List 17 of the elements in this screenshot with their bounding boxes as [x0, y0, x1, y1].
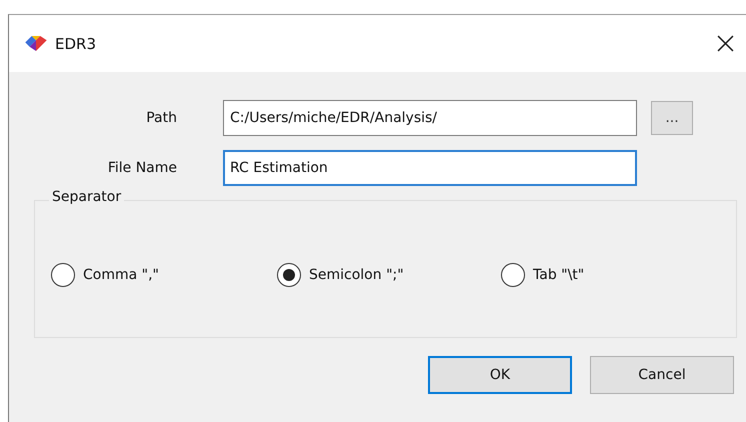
radio-button[interactable] — [51, 263, 75, 287]
app-logo-icon — [25, 36, 47, 51]
dialog-button[interactable]: OK — [428, 356, 572, 394]
close-icon[interactable] — [717, 35, 734, 52]
radio-button[interactable] — [501, 263, 525, 287]
field-label: Path — [145, 110, 178, 126]
text-field[interactable]: C:/Users/miche/EDR/Analysis/ — [223, 100, 637, 136]
text-field[interactable]: RC Estimation — [223, 150, 637, 186]
radio-button[interactable] — [277, 263, 301, 287]
field-label: File Name — [106, 160, 178, 176]
browse-button[interactable]: ... — [651, 101, 693, 135]
radio-label[interactable]: Comma "," — [83, 267, 159, 283]
group-title: Separator — [49, 189, 124, 205]
radio-label[interactable]: Semicolon ";" — [309, 267, 404, 283]
window-title: EDR3 — [55, 34, 96, 52]
radio-label[interactable]: Tab "\t" — [533, 267, 584, 283]
dialog-button[interactable]: Cancel — [590, 356, 734, 394]
